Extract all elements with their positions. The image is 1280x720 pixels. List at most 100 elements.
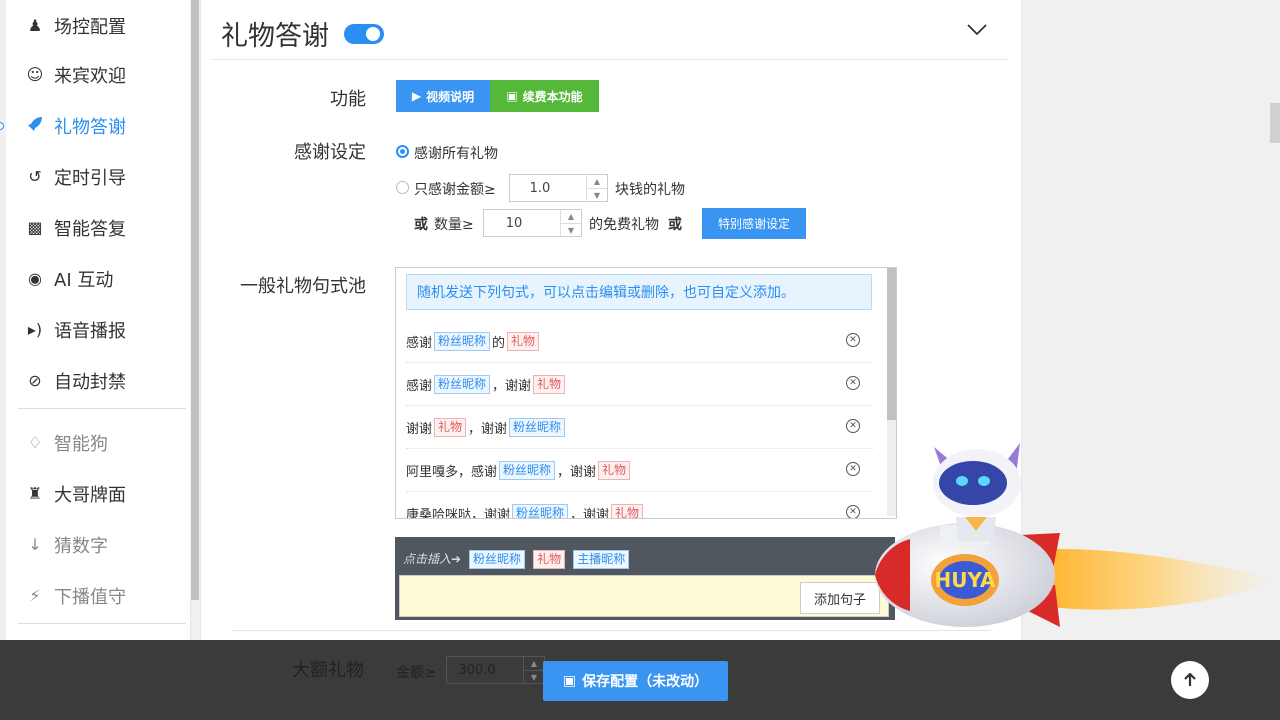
add-sentence-button[interactable]: 添加句子 [800, 582, 880, 614]
special-thanks-button[interactable]: 特别感谢设定 [702, 208, 806, 239]
sidebar-item-label: 智能答复 [54, 218, 126, 240]
radio-amount-label: 只感谢金额≥ [414, 182, 496, 198]
fan-nickname-tag: 粉丝昵称 [509, 417, 566, 437]
sidebar-item-label: 自动封禁 [54, 371, 126, 393]
robot-icon: ◉ [28, 269, 42, 288]
diamond-icon: ♢ [27, 433, 43, 452]
or-label: 或 [414, 217, 428, 233]
video-guide-button[interactable]: ▶ 视频说明 [396, 80, 490, 112]
list-item[interactable]: 感谢 粉丝昵称 ，谢谢 礼物 ✕ [406, 363, 874, 406]
gift-tag: 礼物 [507, 331, 540, 351]
fan-nickname-tag: 粉丝昵称 [512, 503, 569, 518]
spin-up-icon[interactable]: ▲ [561, 210, 581, 224]
sidebar-item-label: 来宾欢迎 [54, 65, 126, 87]
phrase-text: 谢谢 [406, 421, 433, 437]
phrase-text: ，谢谢 [468, 421, 508, 437]
video-guide-label: 视频说明 [426, 89, 475, 104]
sidebar-item-timed-guide[interactable]: ↺ 定时引导 [6, 151, 190, 202]
thanks-setting-label: 感谢设定 [294, 142, 366, 163]
sidebar-item-ai-interaction[interactable]: ◉ AI 互动 [6, 253, 190, 304]
page-title: 礼物答谢 [221, 21, 329, 52]
fan-nickname-tag: 粉丝昵称 [434, 374, 491, 394]
save-config-button[interactable]: ▣ 保存配置（未改动） [543, 661, 728, 701]
sidebar-divider [18, 408, 186, 409]
insert-fan-nickname-tag[interactable]: 粉丝昵称 [469, 550, 526, 569]
chevron-down-icon[interactable] [967, 24, 987, 36]
list-item[interactable]: 感谢 粉丝昵称 的 礼物 ✕ [406, 320, 874, 363]
list-item[interactable]: 谢谢 礼物 ，谢谢 粉丝昵称 ✕ [406, 406, 874, 449]
enable-toggle[interactable] [344, 24, 384, 44]
amount-stepper[interactable]: ▲▼ [509, 174, 608, 202]
big-gift-amount-input[interactable] [447, 657, 507, 683]
phrase-text: ，谢谢 [557, 464, 597, 480]
spin-down-icon[interactable]: ▼ [587, 189, 607, 202]
sidebar-item-label: AI 互动 [54, 269, 114, 291]
radio-all-gifts-label: 感谢所有礼物 [414, 146, 498, 162]
sidebar-divider [18, 623, 186, 624]
phrase-pool: 随机发送下列句式，可以点击编辑或删除，也可自定义添加。 感谢 粉丝昵称 的 礼物… [395, 267, 897, 519]
insert-panel: 点击插入➜ 粉丝昵称 礼物 主播昵称 添加句子 [395, 537, 895, 620]
sidebar-item-scene-control[interactable]: ♟ 场控配置 [6, 0, 190, 51]
sort-numeric-icon: ↓ [28, 535, 42, 554]
delete-icon[interactable]: ✕ [846, 462, 860, 476]
qty-spinner[interactable]: ▲ ▼ [560, 210, 581, 236]
sentence-input[interactable]: 添加句子 [399, 575, 889, 617]
delete-icon[interactable]: ✕ [846, 333, 860, 347]
page-scrollbar-thumb[interactable] [1270, 103, 1280, 143]
sidebar-item-offline-watch[interactable]: ⚡ 下播值守 [6, 570, 190, 621]
delete-icon[interactable]: ✕ [846, 505, 860, 518]
sidebar-item-auto-ban[interactable]: ⊘ 自动封禁 [6, 355, 190, 406]
scrollbar-thumb[interactable] [887, 268, 896, 420]
spin-down-icon[interactable]: ▼ [561, 224, 581, 237]
qty-input[interactable] [484, 210, 544, 236]
sidebar-item-label: 下播值守 [54, 586, 126, 608]
insert-tags: 粉丝昵称 礼物 主播昵称 [469, 548, 632, 569]
phrase-text: ，谢谢 [570, 507, 610, 519]
sidebar-item-voice-broadcast[interactable]: ▸) 语音播报 [6, 304, 190, 355]
amount-input[interactable] [510, 175, 570, 201]
big-gift-amount-stepper[interactable]: ▲▼ [446, 656, 545, 684]
rocket-icon [26, 116, 44, 136]
renew-label: 续费本功能 [522, 89, 583, 104]
amount-suffix: 块钱的礼物 [615, 182, 685, 198]
phrase-text: 康桑哈咪哒，谢谢 [406, 507, 511, 519]
or2-label: 或 [668, 217, 682, 233]
sidebar: ♟ 场控配置 ☺ 来宾欢迎 礼物答谢 ↺ 定时引导 ▩ 智能答复 ◉ AI 互动… [6, 0, 191, 640]
sidebar-item-smart-dog[interactable]: ♢ 智能狗 [6, 417, 190, 468]
phrase-text: 感谢 [406, 335, 433, 351]
big-gift-amount-label: 金额≥ [396, 665, 436, 681]
radio-all-gifts[interactable] [396, 145, 409, 158]
back-to-top-button[interactable] [1171, 661, 1209, 699]
sidebar-scrollbar[interactable] [190, 0, 200, 600]
spin-down-icon[interactable]: ▼ [524, 671, 544, 684]
function-label: 功能 [330, 89, 366, 110]
gift-tag: 礼物 [434, 417, 467, 437]
save-config-label: 保存配置（未改动） [582, 674, 709, 690]
smile-icon: ☺ [26, 65, 44, 84]
qty-stepper[interactable]: ▲▼ [483, 209, 582, 237]
play-circle-icon: ▶ [411, 89, 422, 103]
delete-icon[interactable]: ✕ [846, 376, 860, 390]
sidebar-item-guest-welcome[interactable]: ☺ 来宾欢迎 [6, 49, 190, 100]
spin-up-icon[interactable]: ▲ [587, 175, 607, 189]
radio-amount-gifts[interactable] [396, 181, 409, 194]
sidebar-item-smart-reply[interactable]: ▩ 智能答复 [6, 202, 190, 253]
sidebar-item-guess-number[interactable]: ↓ 猜数字 [6, 519, 190, 570]
pool-label: 一般礼物句式池 [240, 276, 366, 297]
insert-gift-tag[interactable]: 礼物 [533, 550, 566, 569]
renew-button[interactable]: ▣ 续费本功能 [490, 80, 599, 112]
amount-spinner[interactable]: ▲ ▼ [586, 175, 607, 201]
big-gift-spinner[interactable]: ▲ ▼ [523, 657, 544, 683]
list-item[interactable]: 康桑哈咪哒，谢谢 粉丝昵称 ，谢谢 礼物 ✕ [406, 492, 874, 519]
sidebar-item-gift-thanks[interactable]: 礼物答谢 [6, 100, 190, 151]
sidebar-item-big-brother[interactable]: ♜ 大哥牌面 [6, 468, 190, 519]
fan-nickname-tag: 粉丝昵称 [499, 460, 556, 480]
spin-up-icon[interactable]: ▲ [524, 657, 544, 671]
insert-host-nickname-tag[interactable]: 主播昵称 [573, 550, 630, 569]
delete-icon[interactable]: ✕ [846, 419, 860, 433]
gift-tag: 礼物 [598, 460, 631, 480]
save-icon: ▣ [562, 673, 577, 689]
scrollbar-thumb[interactable] [191, 0, 199, 600]
insert-label: 点击插入➜ [403, 552, 462, 566]
list-item[interactable]: 阿里嘎多，感谢 粉丝昵称 ，谢谢 礼物 ✕ [406, 449, 874, 492]
